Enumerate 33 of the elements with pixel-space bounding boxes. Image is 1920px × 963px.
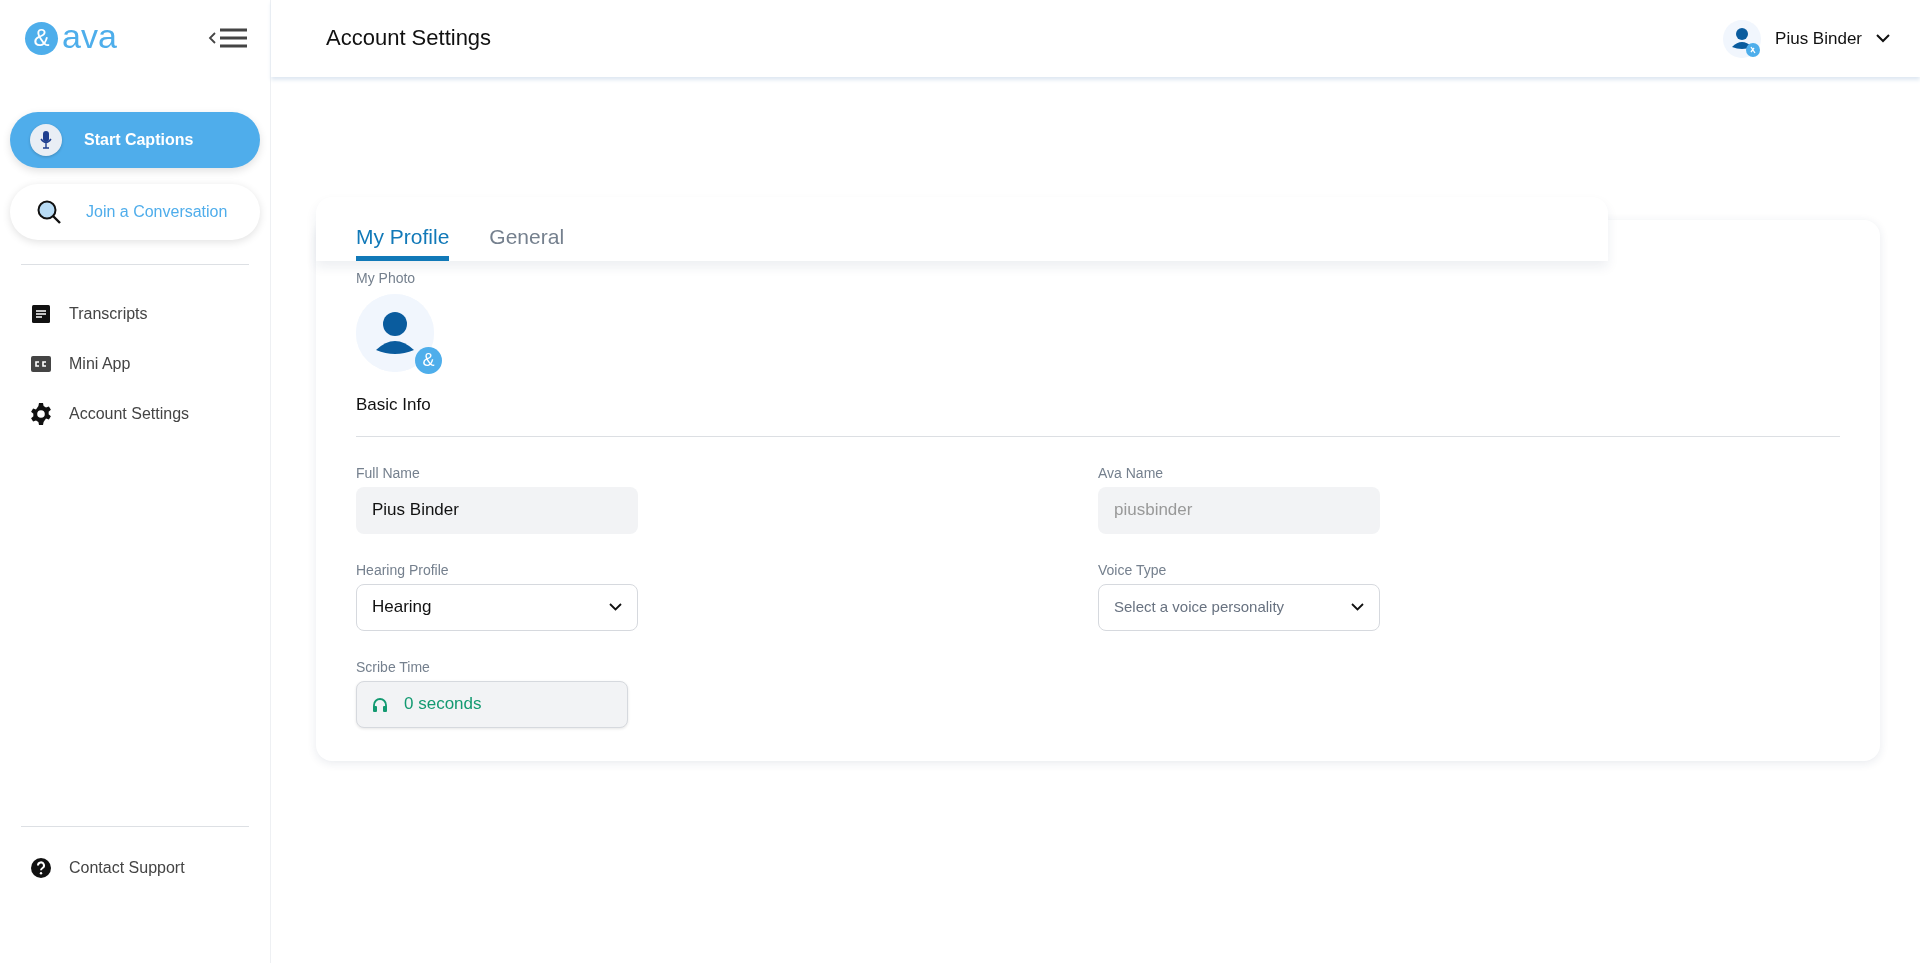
microphone-icon xyxy=(30,124,62,156)
field-label: Full Name xyxy=(356,463,421,483)
chevron-down-icon xyxy=(1351,603,1364,611)
nav-item[interactable]: Contact Support xyxy=(10,843,260,893)
field-label: Voice Type xyxy=(1098,560,1168,580)
field-label: Ava Name xyxy=(1098,463,1165,483)
field-label: Hearing Profile xyxy=(356,560,450,580)
settings-icon xyxy=(29,402,53,426)
logo-text: ava xyxy=(62,19,117,53)
field-label: My Photo xyxy=(356,269,416,288)
user-name[interactable]: Pius Binder xyxy=(1775,25,1862,52)
tab[interactable]: General xyxy=(489,197,565,261)
nav-item[interactable]: Transcripts xyxy=(10,289,260,339)
nav-item[interactable]: Mini App xyxy=(10,339,260,389)
select-field[interactable]: Hearing xyxy=(356,583,638,631)
closed-captions-icon xyxy=(29,356,53,372)
select-field[interactable]: Select a voice personality xyxy=(1098,583,1380,631)
logo-mark: & xyxy=(25,21,58,55)
logo-badge: & xyxy=(415,347,442,374)
search-icon xyxy=(36,199,62,225)
scribe-time-field: 0 seconds xyxy=(356,680,628,728)
field-label: Scribe Time xyxy=(356,657,431,677)
document-icon xyxy=(29,304,53,324)
chevron-down-icon[interactable] xyxy=(1876,34,1890,43)
nav-item[interactable]: Account Settings xyxy=(10,389,260,439)
page-title: Account Settings xyxy=(326,25,492,52)
section-title: Basic Info xyxy=(356,392,1840,437)
chevron-down-icon xyxy=(609,603,622,611)
user-avatar-icon[interactable] xyxy=(1723,19,1762,58)
help-icon xyxy=(29,857,53,879)
collapse-menu-icon[interactable] xyxy=(208,27,248,49)
headphones-icon xyxy=(372,696,388,712)
text-field[interactable]: Pius Binder xyxy=(356,486,638,534)
